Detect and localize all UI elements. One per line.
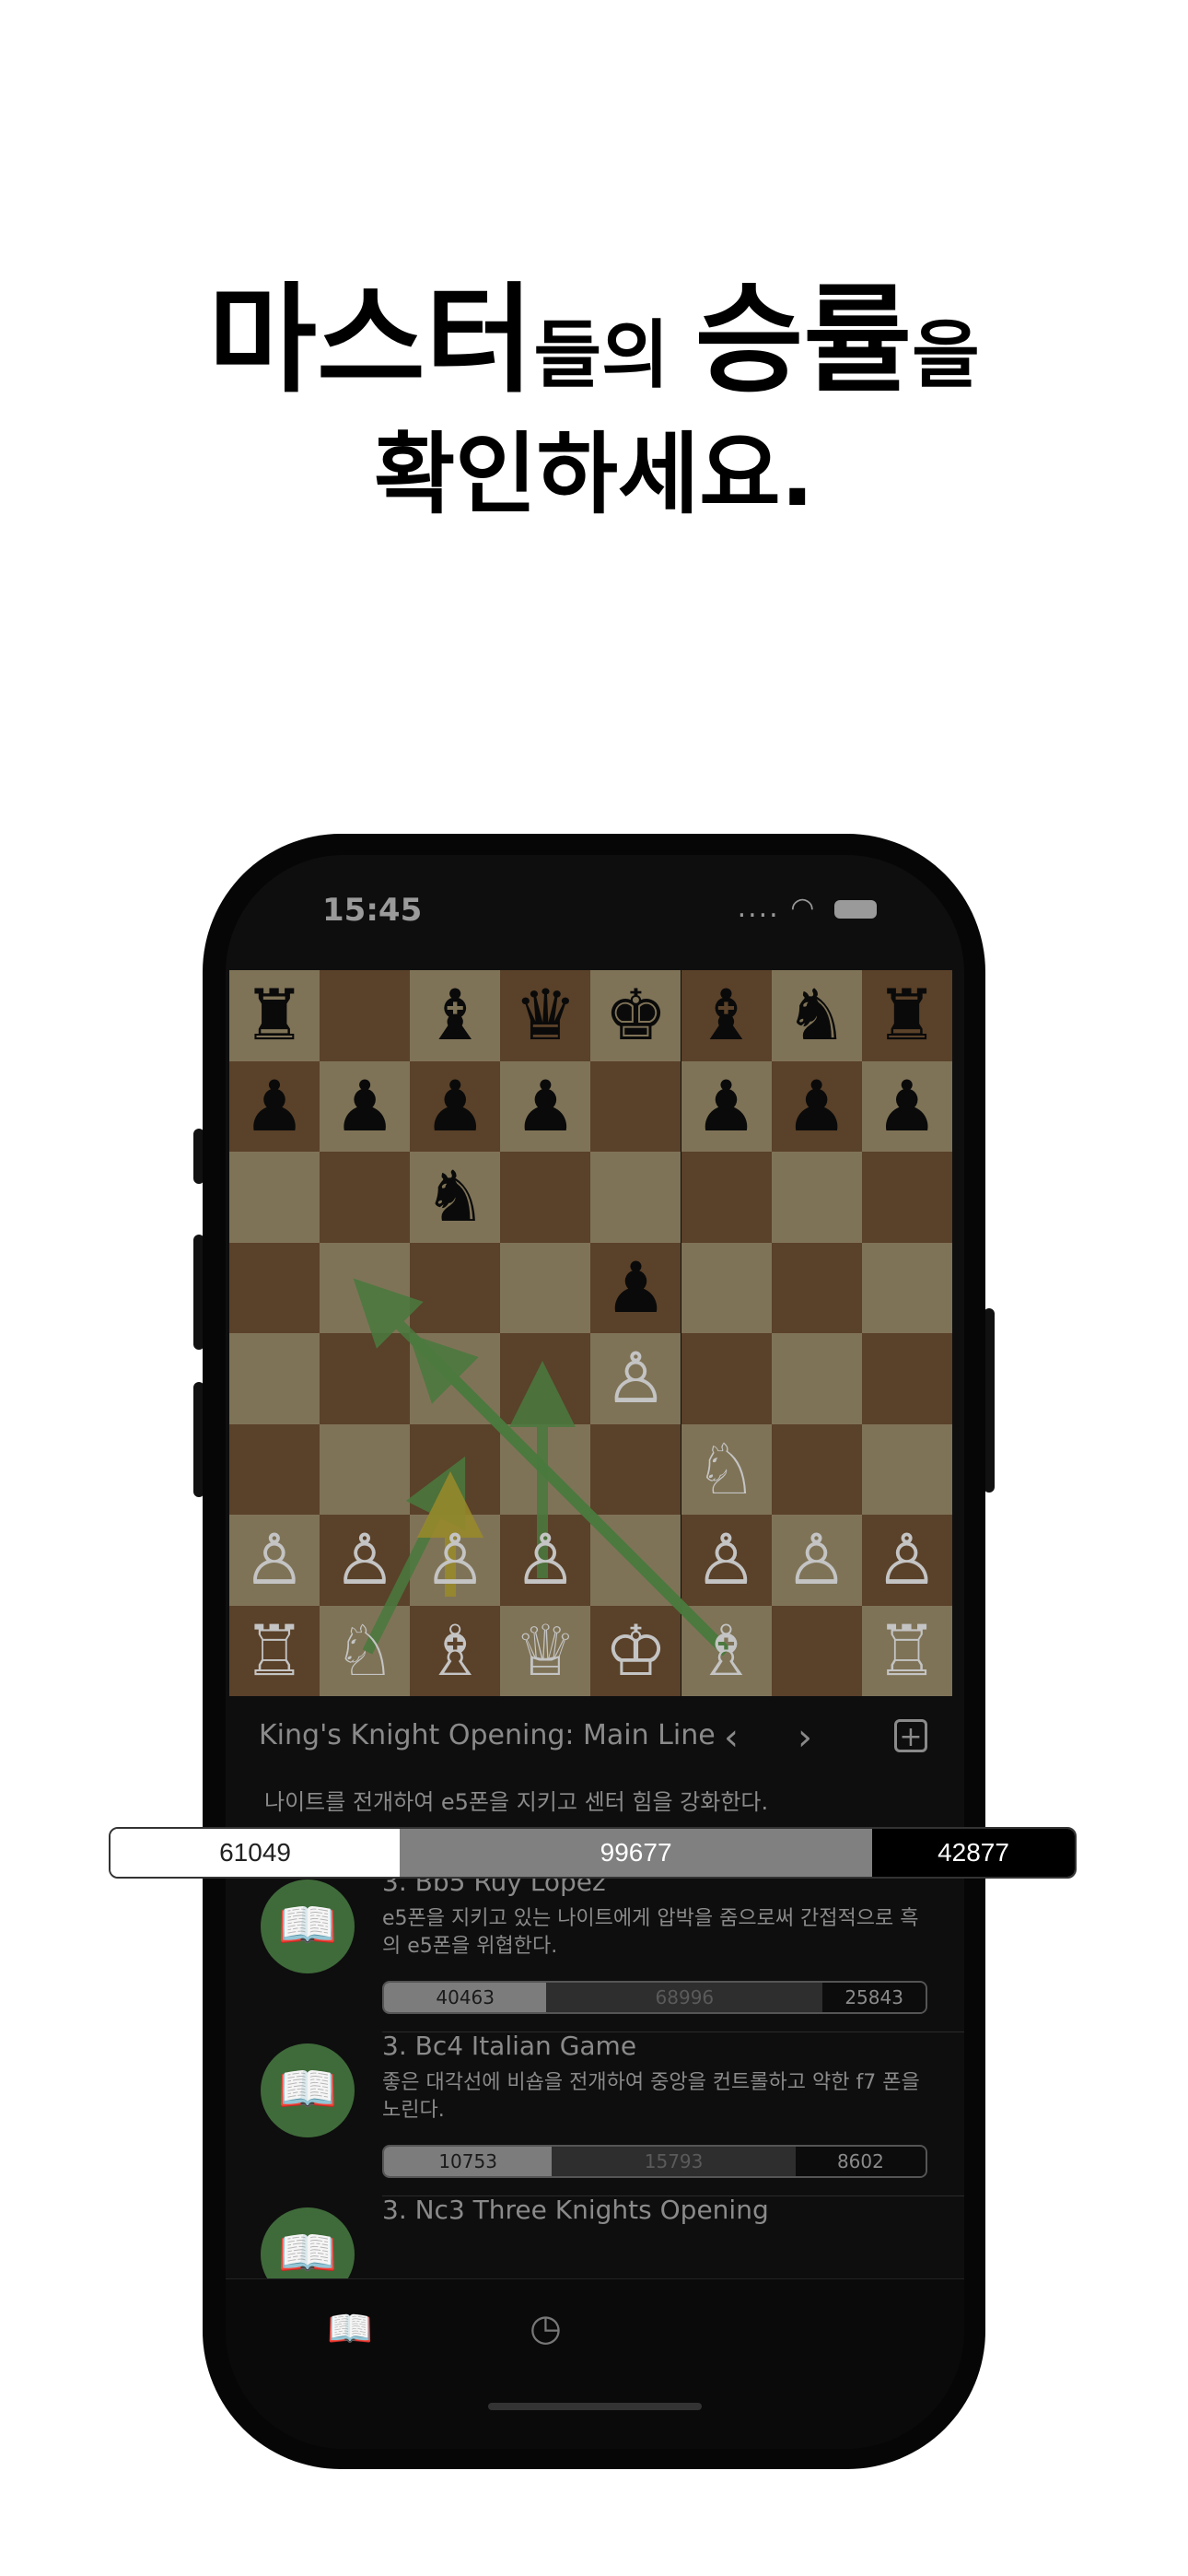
headline-line-2: 확인하세요. <box>373 423 815 526</box>
status-icons: .... ◠ <box>738 892 877 924</box>
move-title: 3. Nc3 Three Knights Opening <box>382 2195 769 2225</box>
opening-description: 나이트를 전개하여 e5폰을 지키고 센터 힘을 강화한다. <box>264 1789 769 1815</box>
chess-board[interactable]: ♜ ♝ ♛ ♚ ♝ ♞ ♜ ♟ ♟ ♟ ♟ ♟ ♟ ♟ ♞ ♟ ♙ ♘ ♙ ♙ ♙ ♙ ♙ ♙ ♙ ♖ ♘ ♗ ♕ ♔ ♗ ♖ <box>229 970 952 1696</box>
book-icon: 📖 <box>261 2043 355 2137</box>
chess-piece[interactable]: ♛ <box>500 970 590 1061</box>
headline-masters: 마스터 <box>208 272 534 409</box>
move-title: 3. Bc4 Italian Game <box>382 2031 637 2061</box>
chess-piece[interactable]: ♙ <box>681 1515 772 1606</box>
battery-icon <box>834 899 877 919</box>
chess-piece[interactable]: ♘ <box>320 1606 410 1697</box>
chess-piece[interactable]: ♖ <box>862 1606 952 1697</box>
draws-count: 99677 <box>400 1829 873 1877</box>
white-wins: 40463 <box>384 1983 547 2012</box>
phone-screen: 15:45 .... ◠ ♜ ♝ ♛ ♚ ♝ ♞ ♜ ♟ ♟ ♟ ♟ ♟ ♟ ♟ ♞ ♟ ♙ ♘ ♙ ♙ ♙ ♙ ♙ ♙ ♙ ♖ ♘… <box>226 855 964 2449</box>
chess-piece[interactable]: ♕ <box>500 1606 590 1697</box>
chess-piece[interactable]: ♟ <box>772 1061 862 1153</box>
book-icon: 📖 <box>261 1879 355 1973</box>
chess-piece[interactable]: ♟ <box>681 1061 772 1153</box>
chess-piece[interactable]: ♙ <box>772 1515 862 1606</box>
move-description: e5폰을 지키고 있는 나이트에게 압박을 줌으로써 간접적으로 흑의 e5폰을… <box>382 1907 919 1958</box>
book-icon[interactable]: 📖 <box>327 2307 373 2350</box>
wifi-icon: ◠ <box>790 892 817 924</box>
chess-piece[interactable]: ♙ <box>229 1515 320 1606</box>
win-rate-bar: 61049 99677 42877 <box>109 1827 1077 1879</box>
prev-move-button[interactable]: ‹ <box>724 1710 739 1765</box>
chess-piece[interactable]: ♙ <box>862 1515 952 1606</box>
chess-piece[interactable]: ♜ <box>229 970 320 1061</box>
chess-piece[interactable]: ♚ <box>590 970 681 1061</box>
draws: 15793 <box>552 2147 796 2176</box>
list-item[interactable]: 📖 3. Bc4 Italian Game 좋은 대각선에 비숍을 전개하여 중… <box>226 2023 964 2187</box>
chess-piece[interactable]: ♟ <box>229 1061 320 1153</box>
white-wins-count: 61049 <box>111 1829 401 1877</box>
chess-piece[interactable]: ♝ <box>681 970 772 1061</box>
headline-of: 들의 <box>533 312 695 398</box>
move-stats-bar: 10753 15793 8602 <box>382 2145 927 2178</box>
black-wins: 25843 <box>822 1983 926 2012</box>
black-wins: 8602 <box>795 2147 926 2176</box>
draws: 68996 <box>546 1983 823 2012</box>
chess-piece[interactable]: ♞ <box>772 970 862 1061</box>
chess-piece[interactable]: ♝ <box>410 970 500 1061</box>
move-stats-bar: 40463 68996 25843 <box>382 1981 927 2014</box>
chess-piece[interactable]: ♙ <box>500 1515 590 1606</box>
chess-piece[interactable]: ♔ <box>590 1606 681 1697</box>
opening-name: King's Knight Opening: Main Line <box>259 1719 716 1751</box>
chess-piece[interactable]: ♖ <box>229 1606 320 1697</box>
chess-piece[interactable]: ♟ <box>500 1061 590 1153</box>
chess-piece[interactable]: ♗ <box>681 1606 772 1697</box>
status-time: 15:45 <box>322 892 423 929</box>
signal-icon: .... <box>737 892 780 924</box>
home-indicator <box>488 2403 702 2410</box>
list-item[interactable]: 📖 3. Bb5 Ruy Lopez e5폰을 지키고 있는 나이트에게 압박을… <box>226 1859 964 2023</box>
chess-piece[interactable]: ♘ <box>681 1424 772 1516</box>
add-button[interactable]: + <box>894 1719 927 1753</box>
black-wins-count: 42877 <box>872 1829 1075 1877</box>
chess-piece[interactable]: ♟ <box>320 1061 410 1153</box>
chess-piece[interactable]: ♟ <box>410 1061 500 1153</box>
chess-piece[interactable]: ♟ <box>862 1061 952 1153</box>
chess-piece[interactable]: ♙ <box>590 1333 681 1424</box>
chess-piece[interactable]: ♙ <box>410 1515 500 1606</box>
tab-bar: 📖 ◷ <box>226 2278 964 2449</box>
headline-particle: 을 <box>912 312 980 398</box>
next-move-button[interactable]: › <box>798 1710 812 1765</box>
white-wins: 10753 <box>384 2147 553 2176</box>
chess-piece[interactable]: ♗ <box>410 1606 500 1697</box>
clock-icon[interactable]: ◷ <box>530 2307 562 2349</box>
headline-line-1: 마스터들의 승률을 <box>0 276 1188 405</box>
chess-piece[interactable]: ♟ <box>590 1243 681 1334</box>
chess-piece[interactable]: ♞ <box>410 1152 500 1243</box>
move-description: 좋은 대각선에 비숍을 전개하여 중앙을 컨트롤하고 약한 f7 폰을 노린다. <box>382 2071 920 2122</box>
opening-header: King's Knight Opening: Main Line ‹ › + <box>259 1710 931 1765</box>
chess-piece[interactable]: ♙ <box>320 1515 410 1606</box>
chess-piece[interactable]: ♜ <box>862 970 952 1061</box>
headline-winrate: 승률 <box>694 272 913 409</box>
